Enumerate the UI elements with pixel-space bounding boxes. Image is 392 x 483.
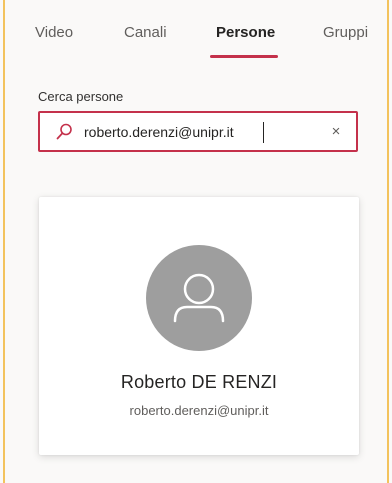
avatar (146, 245, 252, 351)
active-tab-indicator (210, 55, 278, 58)
person-result-card[interactable]: Roberto DE RENZI roberto.derenzi@unipr.i… (39, 197, 359, 455)
tab-persone[interactable]: Persone (216, 24, 275, 41)
person-icon (173, 273, 225, 323)
clear-search-icon[interactable]: × (326, 122, 346, 142)
person-name: Roberto DE RENZI (120, 372, 278, 392)
search-label: Cerca persone (38, 89, 124, 104)
search-icon (54, 122, 74, 142)
tab-bar: Video Canali Persone Gruppi (5, 18, 387, 58)
search-input[interactable]: roberto.derenzi@unipr.it (84, 124, 234, 140)
people-search-field[interactable]: roberto.derenzi@unipr.it × (38, 111, 358, 152)
person-email: roberto.derenzi@unipr.it (129, 403, 269, 418)
tab-video[interactable]: Video (35, 24, 73, 41)
app-frame: Video Canali Persone Gruppi Cerca person… (3, 0, 389, 483)
tab-canali[interactable]: Canali (124, 24, 167, 41)
text-caret (263, 122, 264, 143)
tab-gruppi[interactable]: Gruppi (323, 24, 368, 41)
